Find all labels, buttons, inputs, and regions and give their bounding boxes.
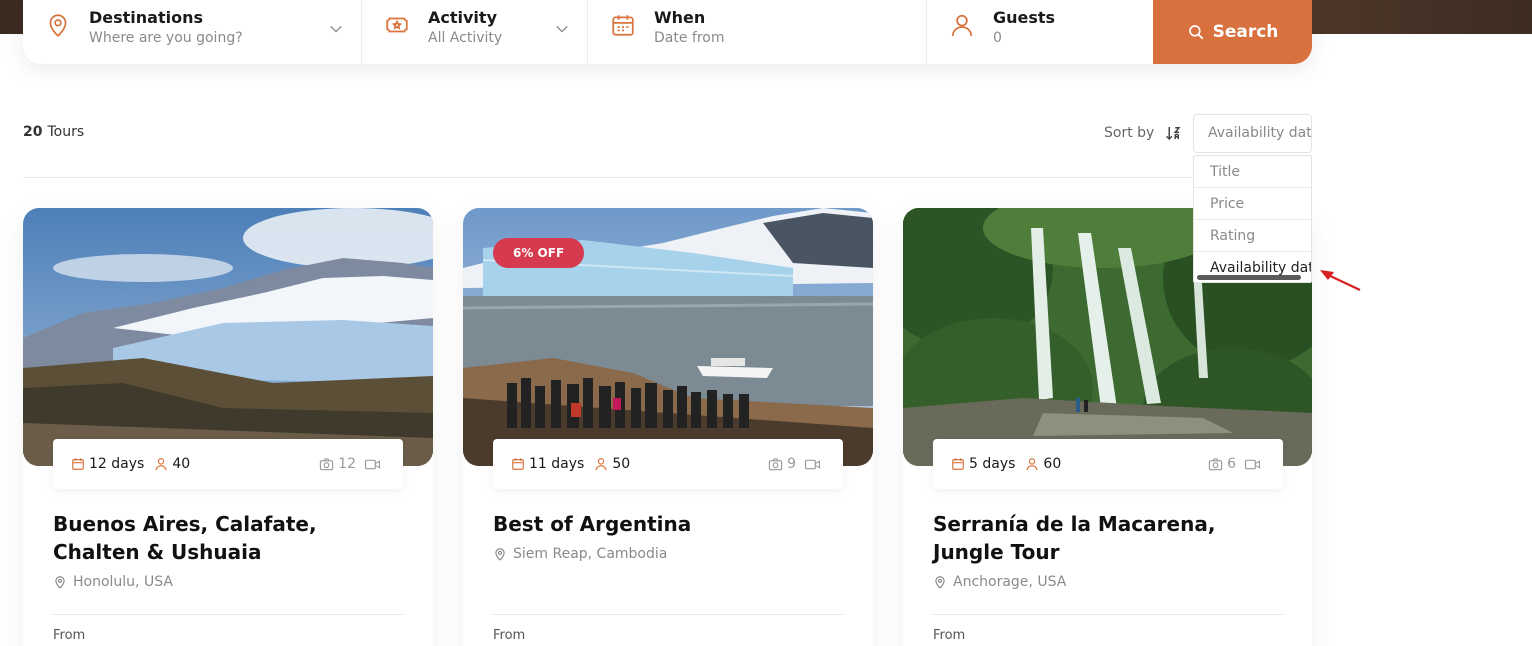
activity-ticket-icon (386, 17, 408, 33)
group-size-text: 50 (612, 456, 631, 472)
tour-title[interactable]: Serranía de la Macarena, Jungle Tour (933, 510, 1283, 566)
user-icon (1027, 458, 1038, 471)
results-number: 20 (23, 124, 43, 140)
guests-field[interactable]: Guests 0 (927, 0, 1153, 64)
photo-count: 6 (1227, 456, 1236, 472)
date-from-placeholder: Date from (654, 30, 725, 46)
horizontal-scrollbar[interactable] (1197, 275, 1301, 280)
tour-image[interactable] (23, 208, 433, 466)
tour-title[interactable]: Best of Argentina (493, 510, 843, 538)
photo-count: 9 (787, 456, 796, 472)
results-count: 20 Tours (23, 124, 84, 140)
sort-by: Sort by (1104, 124, 1182, 142)
tour-meta: 11 days 50 9 (493, 439, 843, 489)
duration-text: 5 days (969, 456, 1016, 472)
tour-location: Honolulu, USA (53, 574, 173, 590)
group-size: 60 (1025, 456, 1061, 472)
location-text: Anchorage, USA (953, 574, 1067, 590)
user-icon (155, 458, 167, 471)
user-icon (951, 14, 973, 36)
price-from-label: From (53, 628, 86, 643)
tour-image[interactable]: 6% OFF (463, 208, 873, 466)
photo-count: 12 (338, 456, 356, 472)
duration-text: 12 days (89, 456, 145, 472)
when-field[interactable]: When Date from (588, 0, 927, 64)
user-icon (595, 458, 607, 471)
camera-icon (1208, 457, 1223, 470)
guests-count: 0 (993, 30, 1002, 46)
divider (53, 614, 403, 615)
divider (493, 614, 843, 615)
sort-dropdown-menu: Title Price Rating Availability date (1193, 155, 1312, 283)
tour-meta: 5 days 60 6 (933, 439, 1283, 489)
duration: 5 days (951, 456, 1015, 472)
destinations-field[interactable]: Destinations Where are you going? (23, 0, 362, 64)
sort-select[interactable]: Availability date (1193, 114, 1312, 153)
sort-selected-value: Availability date (1208, 125, 1312, 141)
sort-order-icon[interactable] (1164, 124, 1182, 142)
price-from-label: From (933, 628, 966, 643)
map-pin-icon (49, 14, 67, 37)
pointer-arrow-icon (1320, 270, 1361, 291)
chevron-down-icon (556, 25, 568, 33)
map-pin-icon (55, 576, 65, 589)
tour-title[interactable]: Buenos Aires, Calafate, Chalten & Ushuai… (53, 510, 403, 566)
calendar-icon (612, 15, 634, 36)
sort-option-price[interactable]: Price (1194, 188, 1311, 220)
calendar-icon (512, 458, 524, 470)
tour-meta: 12 days 40 12 (53, 439, 403, 489)
duration: 12 days (71, 456, 144, 472)
destinations-label: Destinations (89, 8, 204, 27)
tour-card[interactable]: 6% OFF 11 days 50 9 Best of Argentina Si… (463, 208, 873, 646)
location-text: Siem Reap, Cambodia (513, 546, 668, 562)
group-size: 40 (154, 456, 190, 472)
video-icon (364, 459, 381, 469)
search-button-label: Search (1212, 22, 1279, 42)
duration-text: 11 days (529, 456, 585, 472)
activity-value: All Activity (428, 30, 503, 46)
camera-icon (320, 457, 334, 470)
discount-badge: 6% OFF (493, 238, 585, 268)
activity-field[interactable]: Activity All Activity (362, 0, 588, 64)
price-from-label: From (493, 628, 526, 643)
search-button[interactable]: Search (1153, 0, 1312, 64)
sort-option-rating[interactable]: Rating (1194, 220, 1311, 252)
sort-by-label: Sort by (1104, 125, 1155, 141)
sort-option-title[interactable]: Title (1194, 156, 1311, 188)
search-icon (1188, 25, 1203, 40)
tour-search-bar: Destinations Where are you going? Activi… (23, 0, 1312, 64)
group-size-text: 60 (1043, 456, 1062, 472)
location-text: Honolulu, USA (73, 574, 173, 590)
video-icon (1244, 459, 1261, 469)
calendar-icon (952, 458, 964, 470)
tour-location: Anchorage, USA (933, 574, 1066, 590)
divider (933, 614, 1283, 615)
camera-icon (768, 457, 783, 470)
activity-label: Activity (428, 8, 497, 27)
group-size-text: 40 (172, 456, 191, 472)
video-icon (804, 459, 821, 469)
when-label: When (654, 8, 706, 27)
results-noun: Tours (47, 124, 85, 140)
duration: 11 days (511, 456, 584, 472)
group-size: 50 (594, 456, 630, 472)
map-pin-icon (935, 576, 945, 589)
destinations-placeholder: Where are you going? (89, 30, 243, 46)
tour-location: Siem Reap, Cambodia (493, 546, 667, 562)
chevron-down-icon (330, 25, 342, 33)
guests-label: Guests (993, 8, 1056, 27)
divider (23, 177, 1193, 178)
tour-card[interactable]: 12 days 40 12 Buenos Aires, Calafate, Ch… (23, 208, 433, 646)
map-pin-icon (495, 548, 505, 561)
media-count: 9 (768, 456, 825, 472)
media-count: 6 (1208, 456, 1265, 472)
media-count: 12 (319, 456, 385, 472)
calendar-icon (72, 458, 84, 470)
